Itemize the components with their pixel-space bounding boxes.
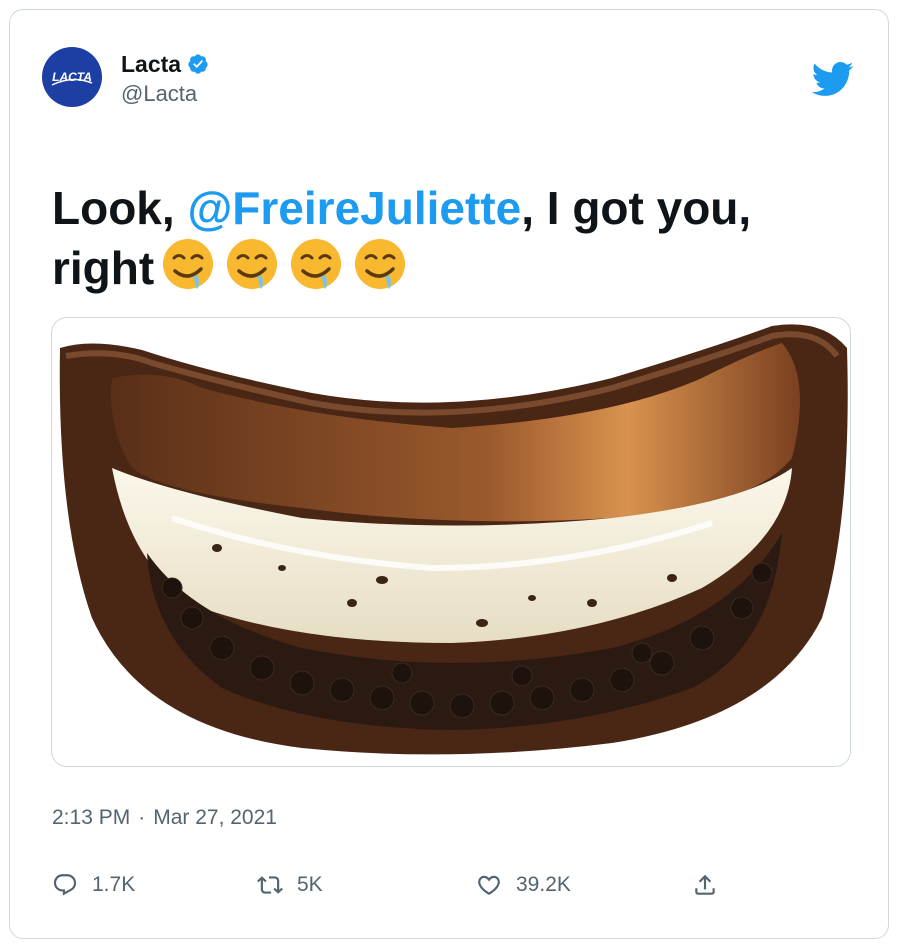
timestamp-separator: · [138,806,146,829]
avatar-logo-text: LACTA [52,70,92,84]
drooling-face-icon [227,239,278,289]
avatar[interactable]: LACTA [42,47,102,107]
tweet-text: Look, @FreireJuliette, I got you, right [52,180,842,296]
tweet-media-image[interactable] [51,317,851,767]
tweet-actions: 1.7K 5K 39.2K [10,872,890,912]
twitter-bird-icon[interactable] [806,57,858,101]
tweet-timestamp[interactable]: 2:13 PM · Mar 27, 2021 [52,806,277,830]
author-name-row[interactable]: Lacta [121,51,209,77]
emoji-group [160,236,408,292]
author-handle[interactable]: @Lacta [121,81,197,107]
like-button[interactable]: 39.2K [476,872,571,898]
author-name[interactable]: Lacta [121,51,181,77]
chocolate-egg-illustration [59,324,848,755]
heart-icon [478,875,500,895]
tweet-time[interactable]: 2:13 PM [52,806,130,830]
retweet-count: 5K [297,873,323,896]
drooling-face-icon [355,239,406,289]
reply-button[interactable]: 1.7K [52,872,135,898]
like-count: 39.2K [516,873,571,896]
drooling-face-icon [163,239,214,289]
retweet-button[interactable]: 5K [257,872,323,898]
tweet-date[interactable]: Mar 27, 2021 [153,806,277,830]
share-button[interactable] [692,872,718,898]
mention-link[interactable]: @FreireJuliette [187,182,521,234]
tweet-card: LACTA Lacta @Lacta Look, @FreireJuliette… [9,9,889,939]
reply-icon [53,874,77,896]
drooling-face-icon [291,239,342,289]
reply-count: 1.7K [92,873,136,896]
verified-badge-icon [188,54,208,74]
tweet-text-start: Look, [52,182,188,234]
retweet-icon [257,876,283,894]
share-icon [695,874,715,895]
